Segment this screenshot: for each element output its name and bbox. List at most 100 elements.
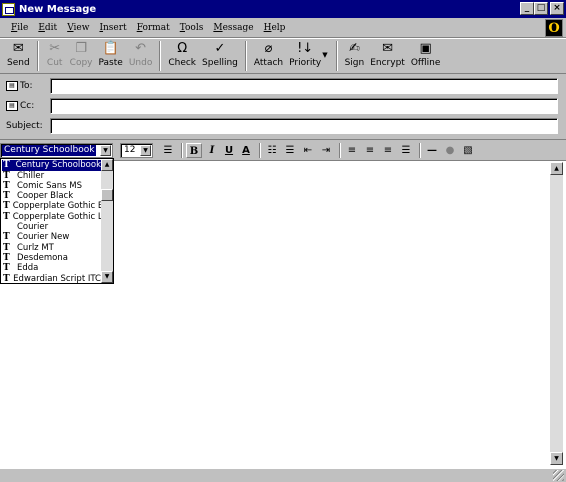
font-list-item[interactable]: T Cooper Black <box>2 191 101 202</box>
cut-label: Cut <box>46 58 63 68</box>
minimize-button[interactable]: _ <box>520 2 534 15</box>
truetype-icon: T <box>3 242 10 253</box>
chevron-down-icon[interactable]: ▼ <box>140 145 151 156</box>
font-list-item[interactable]: T Copperplate Gothic Lig <box>2 212 101 223</box>
font-list-item[interactable]: T Chiller <box>2 170 101 181</box>
font-list-item[interactable]: T Comic Sans MS <box>2 181 101 192</box>
font-list-item[interactable]: T Edda <box>2 263 101 274</box>
attach-button[interactable]: ⌀ Attach <box>251 41 286 68</box>
bold-button[interactable]: B <box>186 143 202 158</box>
spelling-button[interactable]: ✓ Spelling <box>199 41 241 68</box>
style-tag-icon[interactable]: ☰ <box>160 143 176 158</box>
scroll-thumb[interactable] <box>101 189 113 201</box>
truetype-icon: T <box>3 201 10 212</box>
insert-picture-icon[interactable]: ▧ <box>460 143 476 158</box>
font-list-item[interactable]: T Curlz MT <box>2 242 101 253</box>
maximize-button[interactable]: □ <box>534 2 548 15</box>
check-names-icon: Ω <box>177 41 188 56</box>
check-button[interactable]: Ω Check <box>165 41 199 68</box>
scroll-up-icon[interactable]: ▲ <box>550 162 563 175</box>
menu-insert[interactable]: Insert <box>94 23 131 33</box>
body-scrollbar[interactable]: ▲ ▼ <box>550 162 563 465</box>
cc-field[interactable] <box>50 98 558 114</box>
font-list-item-label: Copperplate Gothic Lig <box>12 211 101 222</box>
toolbar: ✉ Send ✂ Cut ❐ Copy 📋 Paste ↶ Undo Ω Che… <box>0 38 566 74</box>
copy-button[interactable]: ❐ Copy <box>67 41 96 68</box>
italic-button[interactable]: I <box>204 143 220 158</box>
decrease-indent-icon[interactable]: ⇤ <box>300 143 316 158</box>
horizontal-line-icon[interactable]: — <box>424 143 440 158</box>
menu-message[interactable]: Message <box>208 23 258 33</box>
format-divider <box>181 143 183 158</box>
title-bar: New Message _ □ × <box>0 0 566 18</box>
menu-file[interactable]: File <box>6 23 33 33</box>
truetype-icon: T <box>3 252 10 263</box>
font-list-item[interactable]: T Century Schoolbook <box>2 160 101 171</box>
font-list-scrollbar[interactable]: ▲ ▼ <box>101 159 113 283</box>
truetype-icon: T <box>3 170 10 181</box>
to-field[interactable] <box>50 78 558 94</box>
menu-view[interactable]: View <box>62 23 94 33</box>
font-list-item[interactable]: T Edwardian Script ITC <box>2 273 101 284</box>
underline-button[interactable]: U <box>221 143 237 158</box>
toolbar-divider <box>335 41 338 71</box>
font-size-select[interactable]: 12 ▼ <box>120 143 153 158</box>
paste-label: Paste <box>98 58 123 68</box>
paste-button[interactable]: 📋 Paste <box>96 41 126 68</box>
priority-label: Priority <box>289 58 322 68</box>
font-list-item-label: Desdemona <box>17 252 68 263</box>
send-label: Send <box>7 58 30 68</box>
align-left-icon[interactable]: ≡ <box>344 143 360 158</box>
align-center-icon[interactable]: ≡ <box>362 143 378 158</box>
font-name-select[interactable]: Century Schoolbook ▼ <box>0 143 113 158</box>
undo-button[interactable]: ↶ Undo <box>126 41 156 68</box>
numbered-list-icon[interactable]: ☷ <box>264 143 280 158</box>
font-list-item-label: Cooper Black <box>17 191 74 202</box>
font-list-item[interactable]: T Courier New <box>2 232 101 243</box>
menu-format[interactable]: Format <box>132 23 175 33</box>
subject-label: Subject: <box>6 121 43 131</box>
logo-icon: O <box>545 19 563 37</box>
undo-icon: ↶ <box>135 41 147 56</box>
font-list-item-label: Edda <box>17 263 39 274</box>
font-dropdown-list[interactable]: T Century Schoolbook T Chiller T Comic Sans M… <box>0 158 114 284</box>
to-label-wrap[interactable]: ▤ To: <box>0 81 50 91</box>
resize-grip-icon[interactable] <box>553 470 564 481</box>
format-divider <box>339 143 341 158</box>
to-row: ▤ To: <box>0 76 566 96</box>
font-list-item[interactable]: T Copperplate Gothic Bo <box>2 201 101 212</box>
font-list-item[interactable]: T Desdemona <box>2 253 101 264</box>
sign-button[interactable]: ✍ Sign <box>342 41 368 68</box>
close-button[interactable]: × <box>550 2 564 15</box>
scroll-down-icon[interactable]: ▼ <box>101 271 113 283</box>
font-list-item-label: Curlz MT <box>17 242 54 253</box>
bullet-list-icon[interactable]: ☰ <box>282 143 298 158</box>
font-color-button[interactable]: A <box>238 143 254 158</box>
subject-field[interactable] <box>50 118 558 134</box>
priority-button[interactable]: !↓ Priority <box>286 41 324 68</box>
increase-indent-icon[interactable]: ⇥ <box>318 143 334 158</box>
align-right-icon[interactable]: ≡ <box>380 143 396 158</box>
format-divider <box>259 143 261 158</box>
chevron-down-icon[interactable]: ▼ <box>100 145 111 156</box>
cc-label-wrap[interactable]: ▤ Cc: <box>0 101 50 111</box>
justify-icon[interactable]: ☰ <box>398 143 414 158</box>
cut-button[interactable]: ✂ Cut <box>43 41 67 68</box>
menu-tools[interactable]: Tools <box>175 23 209 33</box>
encrypt-button[interactable]: ✉ Encrypt <box>367 41 408 68</box>
priority-dropdown-icon[interactable]: ▼ <box>322 51 327 59</box>
scroll-up-icon[interactable]: ▲ <box>101 159 113 171</box>
scroll-down-icon[interactable]: ▼ <box>550 452 563 465</box>
menu-help[interactable]: Help <box>259 23 291 33</box>
font-list-item[interactable]: Courier <box>2 222 101 233</box>
send-button[interactable]: ✉ Send <box>4 41 33 68</box>
lock-envelope-icon: ✉ <box>382 41 393 56</box>
menu-edit[interactable]: Edit <box>33 23 62 33</box>
hyperlink-icon[interactable]: ● <box>442 143 458 158</box>
computer-icon: ▣ <box>419 41 432 56</box>
font-list-item-label: Comic Sans MS <box>17 180 83 191</box>
offline-button[interactable]: ▣ Offline <box>408 41 444 68</box>
address-book-icon[interactable]: ▤ <box>6 101 18 111</box>
clipboard-icon: 📋 <box>102 41 119 56</box>
address-book-icon[interactable]: ▤ <box>6 81 18 91</box>
